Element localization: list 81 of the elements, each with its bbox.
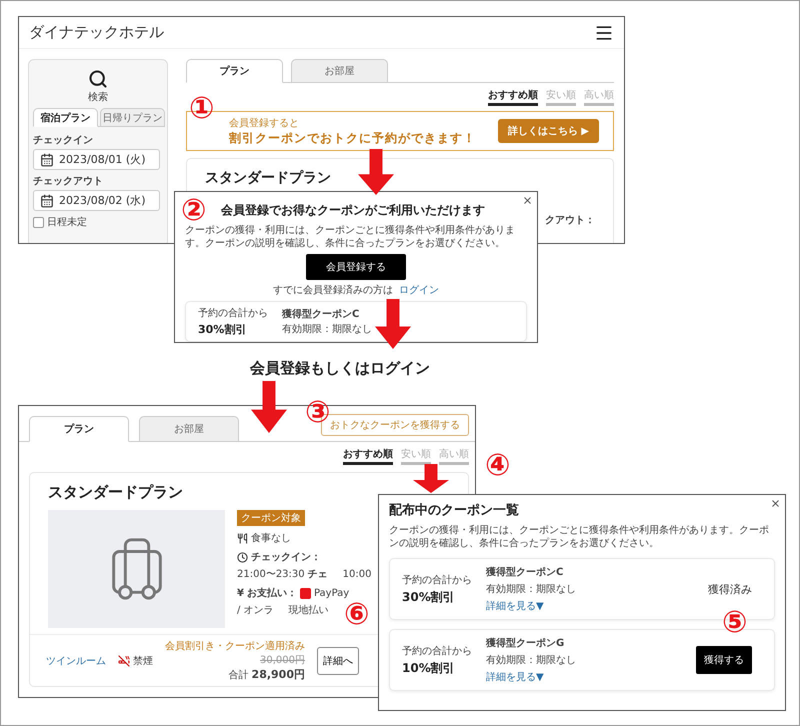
step-number: ⑥: [344, 600, 370, 630]
coupon-discount: 10%割引: [402, 660, 456, 676]
checkin-label: チェックイン：: [251, 551, 321, 564]
tab[interactable]: お部屋: [139, 416, 239, 442]
tab[interactable]: 日帰りプラン: [100, 108, 165, 127]
no-smoking-icon: [118, 654, 130, 666]
plan-title: スタンダードプラン: [205, 169, 332, 187]
coupon-lead: 予約の合計から: [402, 574, 472, 586]
acquired-status: 獲得済み: [708, 582, 752, 596]
down-arrow: [358, 149, 394, 195]
coupon-discount: 30%割引: [198, 322, 248, 337]
checkbox[interactable]: [33, 216, 44, 228]
site-title: ダイナテックホテル: [29, 23, 164, 42]
step-number: ②: [181, 196, 206, 226]
down-arrow: [251, 381, 287, 433]
coupon-validity: 有効期限：期限なし: [282, 322, 372, 336]
details-link[interactable]: 詳細を見る▼: [486, 670, 682, 684]
coupon-badge: クーポン対象: [237, 510, 305, 526]
meal-text: 食事なし: [251, 532, 291, 545]
close-button[interactable]: [770, 498, 781, 509]
details-button[interactable]: 詳細へ: [317, 646, 359, 674]
payment-label: お支払い：: [246, 586, 297, 600]
smoking-text: 禁煙: [133, 654, 153, 668]
payment-logo: [300, 588, 311, 598]
clock-icon: [237, 552, 248, 562]
plan-title: スタンダードプラン: [48, 483, 184, 502]
total-price: 28,900円: [252, 667, 305, 682]
cut-text: / オンラ: [237, 604, 274, 617]
date-field[interactable]: 2023/08/01 (火): [33, 149, 160, 170]
login-link[interactable]: ログイン: [399, 283, 439, 297]
details-link[interactable]: 詳細を見る▼: [486, 599, 694, 613]
dialog-description: クーポンの獲得・利用には、クーポンごとに獲得条件や利用条件があります。クーポンの説明を確認し、条件に合ったプランをお選びください。: [389, 524, 770, 550]
coupon-validity: 有効期限：期限なし: [486, 582, 577, 596]
original-price: 30,000円: [260, 654, 305, 667]
step-number: ⑤: [722, 608, 748, 638]
field-label: チェックアウト: [33, 175, 104, 188]
down-arrow: [375, 299, 411, 349]
dialog-title: 配布中のクーポン一覧: [389, 502, 520, 519]
cut-text: クアウト：: [545, 214, 595, 227]
coupon-name: 獲得型クーポンG: [486, 636, 566, 650]
total-label: 合計: [228, 668, 249, 682]
payment-method: 現地払い: [288, 604, 329, 617]
cut-text: チェ: [308, 568, 328, 581]
coupon-validity: 有効期限：期限なし: [486, 654, 577, 667]
login-prompt: すでに会員登録済みの方は: [273, 284, 393, 297]
sort-option[interactable]: おすすめ順: [343, 447, 393, 465]
discount-note: 会員割引き・クーポン適用済み: [165, 640, 305, 653]
coupon-name: 獲得型クーポンC: [486, 566, 564, 579]
close-button[interactable]: [522, 195, 533, 206]
coupon-name: 獲得型クーポンC: [282, 308, 360, 321]
payment-method: PayPay: [314, 588, 350, 598]
caption: 会員登録もしくはログイン: [250, 359, 430, 378]
calendar-icon: [40, 152, 54, 166]
tab[interactable]: お部屋: [291, 59, 388, 83]
checkin-time: 21:00〜23:30: [237, 568, 305, 581]
banner-lead: 会員登録すると: [229, 116, 300, 130]
dialog-description: クーポンの獲得・利用には、クーポンごとに獲得条件や利用条件があります。クーポンの説明を確認し、条件に合ったプランをお選びください。: [185, 224, 516, 250]
down-arrow: [413, 464, 449, 493]
sort-option[interactable]: おすすめ順: [488, 88, 538, 106]
dialog-title: 会員登録でお得なクーポンがご利用いただけます: [221, 202, 485, 219]
room-link[interactable]: ツインルーム: [46, 654, 106, 668]
tab[interactable]: 宿泊プラン: [33, 108, 98, 127]
coupon-lead: 予約の合計から: [402, 644, 472, 658]
calendar-icon: [40, 194, 54, 208]
coupon-lead: 予約の合計から: [198, 306, 268, 320]
checkbox-label: 日程未定: [47, 216, 87, 229]
search-label: 検索: [88, 90, 108, 104]
tab[interactable]: プラン: [29, 416, 129, 442]
tab[interactable]: プラン: [186, 59, 283, 83]
field-label: チェックイン: [33, 134, 94, 147]
coupon-discount: 30%割引: [402, 588, 456, 606]
signup-button[interactable]: 会員登録する: [306, 254, 406, 280]
utensils-icon: [237, 532, 248, 544]
step-number: ④: [485, 451, 510, 481]
date-field[interactable]: 2023/08/02 (水): [33, 190, 160, 211]
checkout-time: 10:00: [342, 568, 372, 580]
yen-mark: ¥: [237, 588, 244, 598]
banner-headline: 割引クーポンでおトクに予約ができます！: [229, 130, 476, 146]
details-button[interactable]: 詳しくはこちら ▶: [498, 119, 599, 143]
search-icon[interactable]: [88, 69, 108, 89]
acquire-button[interactable]: 獲得する: [696, 646, 752, 674]
